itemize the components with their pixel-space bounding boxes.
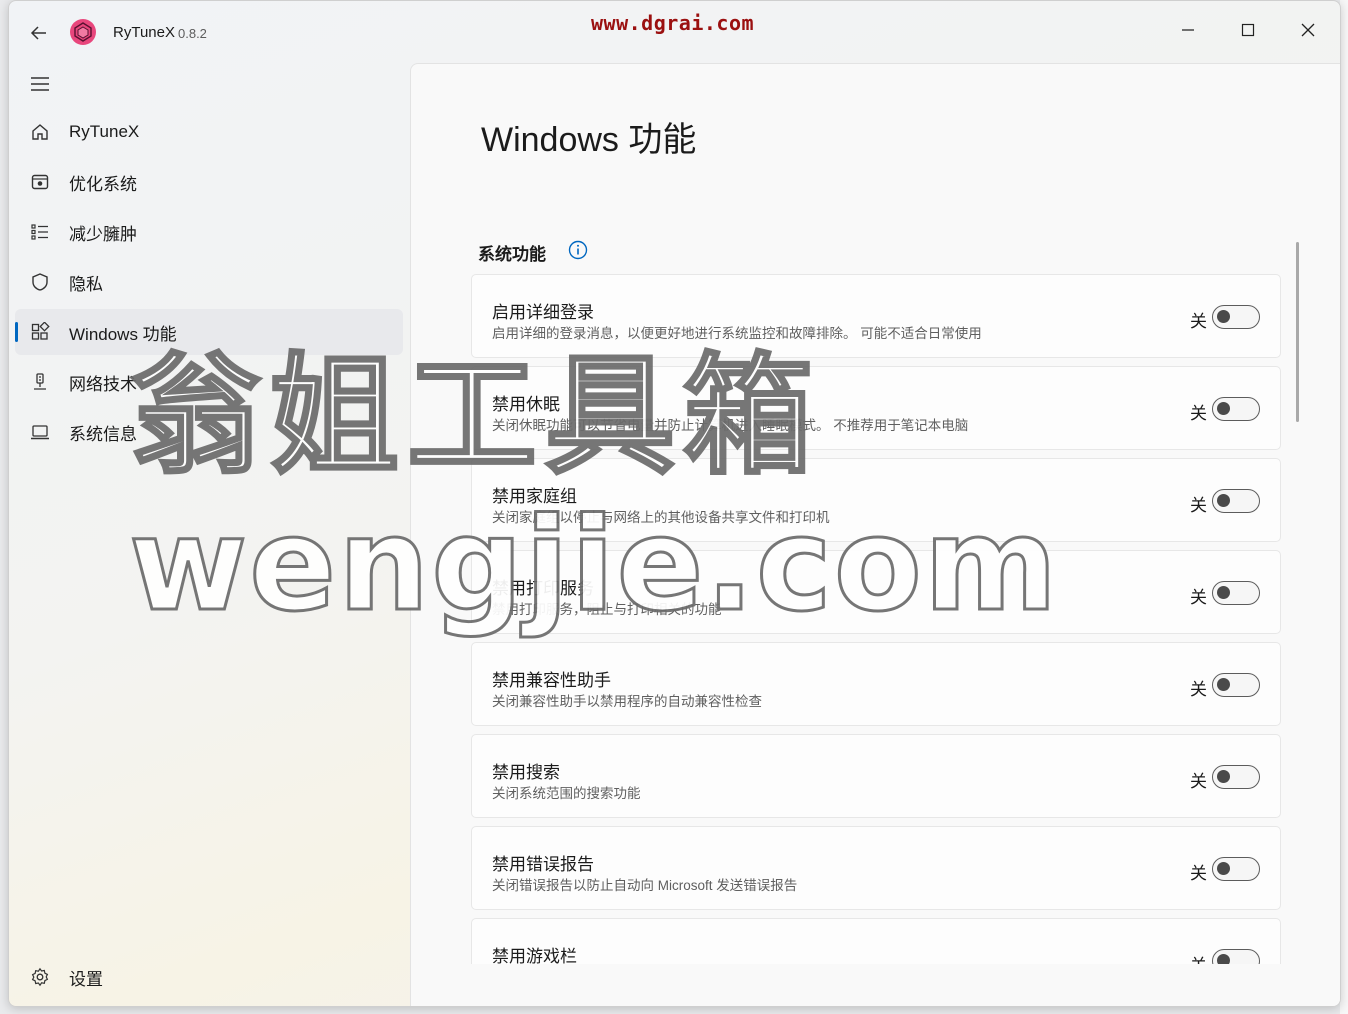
feature-description: 关闭家庭组以停止与网络上的其他设备共享文件和打印机 — [492, 510, 830, 525]
feature-toggle[interactable] — [1212, 673, 1260, 697]
app-version: 0.8.2 — [178, 26, 207, 41]
settings-label: 设置 — [69, 969, 103, 989]
feature-card: 禁用错误报告 关闭错误报告以防止自动向 Microsoft 发送错误报告 关 — [471, 826, 1281, 910]
toggle-state-label: 关 — [1190, 496, 1207, 515]
feature-card: 禁用游戏栏 关 — [471, 918, 1281, 964]
section-header: 系统功能 — [478, 240, 588, 265]
feature-card: 启用详细登录 启用详细的登录消息，以便更好地进行系统监控和故障排除。 可能不适合… — [471, 274, 1281, 358]
optimize-icon — [29, 171, 51, 193]
sidebar-item-label: Windows 功能 — [69, 324, 177, 344]
toggle-knob — [1217, 494, 1230, 507]
feature-card: 禁用兼容性助手 关闭兼容性助手以禁用程序的自动兼容性检查 关 — [471, 642, 1281, 726]
feature-title: 禁用休眠 — [492, 395, 560, 414]
maximize-icon — [1241, 23, 1255, 37]
feature-toggle[interactable] — [1212, 397, 1260, 421]
background-window-edge — [1340, 0, 1348, 1014]
arrow-left-icon — [30, 26, 46, 40]
menu-toggle-button[interactable] — [27, 71, 53, 97]
app-window: RyTuneX 0.8.2 www.dgrai.com RyTuneX 优化系统 — [8, 0, 1341, 1007]
site-watermark: www.dgrai.com — [591, 11, 755, 35]
toggle-knob — [1217, 770, 1230, 783]
sidebar-item-label: 系统信息 — [69, 424, 137, 444]
sidebar-item-windows-features[interactable]: Windows 功能 — [15, 309, 403, 355]
sidebar-item-label: RyTuneX — [69, 122, 140, 141]
feature-description: 关闭休眠功能可以节省电量并防止计算机进入睡眠模式。 不推荐用于笔记本电脑 — [492, 418, 969, 433]
hamburger-icon — [31, 77, 49, 91]
sidebar-item-label: 减少臃肿 — [69, 224, 137, 244]
feature-toggle[interactable] — [1212, 857, 1260, 881]
toggle-state-label: 关 — [1190, 772, 1207, 791]
feature-description: 禁用打印服务，阻止与打印相关的功能 — [492, 602, 722, 617]
sidebar-item-settings[interactable]: 设置 — [15, 954, 405, 1000]
toggle-knob — [1217, 954, 1230, 964]
toggle-state-label: 关 — [1190, 680, 1207, 699]
laptop-icon — [29, 421, 51, 443]
feature-title: 禁用搜索 — [492, 763, 560, 782]
feature-card: 禁用搜索 关闭系统范围的搜索功能 关 — [471, 734, 1281, 818]
toggle-state-label: 关 — [1190, 864, 1207, 883]
info-icon[interactable] — [568, 240, 588, 260]
feature-title: 禁用家庭组 — [492, 487, 577, 506]
feature-toggle[interactable] — [1212, 489, 1260, 513]
toggle-knob — [1217, 586, 1230, 599]
feature-title: 禁用游戏栏 — [492, 947, 577, 964]
toggle-knob — [1217, 862, 1230, 875]
feature-title: 禁用打印服务 — [492, 579, 594, 598]
main-content: Windows 功能 系统功能 启用详细登录 启用详细的登录消息，以便更好地进行… — [410, 63, 1340, 1006]
feature-toggle[interactable] — [1212, 949, 1260, 964]
feature-toggle[interactable] — [1212, 765, 1260, 789]
toggle-state-label: 关 — [1190, 312, 1207, 331]
toggle-knob — [1217, 310, 1230, 323]
app-logo-icon — [69, 18, 97, 46]
title-bar: RyTuneX 0.8.2 www.dgrai.com — [9, 1, 1340, 63]
toggle-state-label: 关 — [1190, 404, 1207, 423]
app-title: RyTuneX — [113, 24, 175, 41]
feature-title: 禁用兼容性助手 — [492, 671, 611, 690]
feature-toggle[interactable] — [1212, 305, 1260, 329]
sidebar-item-network[interactable]: 网络技术 — [15, 359, 403, 405]
sidebar-item-system-info[interactable]: 系统信息 — [15, 409, 403, 455]
sidebar-item-label: 优化系统 — [69, 174, 137, 194]
close-icon — [1301, 23, 1315, 37]
network-icon — [29, 371, 51, 393]
minimize-icon — [1182, 29, 1194, 31]
toggle-knob — [1217, 678, 1230, 691]
toggle-state-label: 关 — [1190, 951, 1207, 964]
close-button[interactable] — [1285, 11, 1331, 49]
back-button[interactable] — [25, 19, 53, 47]
sidebar-item-debloat[interactable]: 减少臃肿 — [15, 209, 403, 255]
feature-description: 关闭错误报告以防止自动向 Microsoft 发送错误报告 — [492, 878, 798, 893]
feature-title: 启用详细登录 — [492, 303, 594, 322]
feature-description: 关闭兼容性助手以禁用程序的自动兼容性检查 — [492, 694, 762, 709]
toggle-state-label: 关 — [1190, 588, 1207, 607]
shield-icon — [29, 271, 51, 293]
maximize-button[interactable] — [1225, 11, 1271, 49]
sidebar-item-label: 隐私 — [69, 274, 103, 294]
feature-description: 启用详细的登录消息，以便更好地进行系统监控和故障排除。 可能不适合日常使用 — [492, 326, 982, 341]
sidebar-item-home[interactable]: RyTuneX — [15, 109, 403, 155]
feature-toggle[interactable] — [1212, 581, 1260, 605]
apps-icon — [29, 321, 51, 343]
scrollbar[interactable] — [1296, 242, 1299, 422]
feature-list: 启用详细登录 启用详细的登录消息，以便更好地进行系统监控和故障排除。 可能不适合… — [471, 274, 1281, 964]
page-title: Windows 功能 — [481, 121, 697, 159]
minimize-button[interactable] — [1165, 11, 1211, 49]
home-icon — [29, 121, 51, 143]
feature-description: 关闭系统范围的搜索功能 — [492, 786, 641, 801]
feature-card: 禁用家庭组 关闭家庭组以停止与网络上的其他设备共享文件和打印机 关 — [471, 458, 1281, 542]
sidebar-item-privacy[interactable]: 隐私 — [15, 259, 403, 305]
gear-icon — [29, 966, 51, 988]
sidebar-item-optimize[interactable]: 优化系统 — [15, 159, 403, 205]
section-title: 系统功能 — [478, 245, 546, 264]
toggle-knob — [1217, 402, 1230, 415]
sidebar-nav: RyTuneX 优化系统 减少臃肿 隐私 Windows 功能 网络技术 系统信… — [9, 109, 409, 459]
sidebar-item-label: 网络技术 — [69, 374, 137, 394]
feature-card: 禁用休眠 关闭休眠功能可以节省电量并防止计算机进入睡眠模式。 不推荐用于笔记本电… — [471, 366, 1281, 450]
list-icon — [29, 221, 51, 243]
feature-card: 禁用打印服务 禁用打印服务，阻止与打印相关的功能 关 — [471, 550, 1281, 634]
feature-title: 禁用错误报告 — [492, 855, 594, 874]
